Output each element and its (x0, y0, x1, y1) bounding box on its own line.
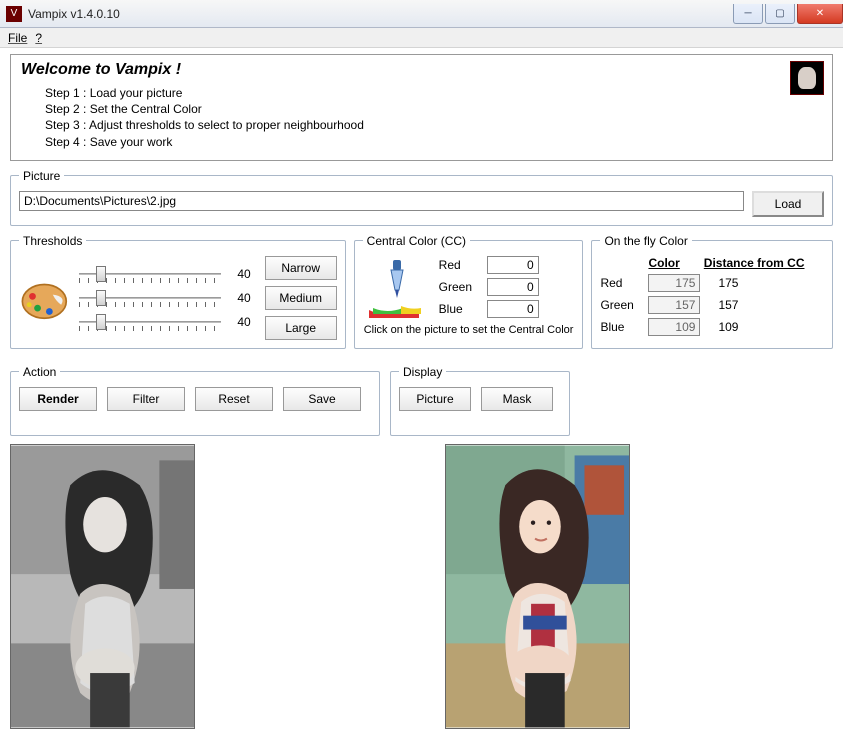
cc-green-input[interactable] (487, 278, 539, 296)
menu-file[interactable]: File (8, 31, 27, 45)
threshold-slider-3[interactable] (79, 313, 221, 331)
cc-red-input[interactable] (487, 256, 539, 274)
load-button[interactable]: Load (752, 191, 824, 217)
reset-button[interactable]: Reset (195, 387, 273, 411)
narrow-button[interactable]: Narrow (265, 256, 337, 280)
menu-help[interactable]: ? (35, 31, 42, 45)
palette-icon (19, 271, 73, 325)
welcome-heading: Welcome to Vampix ! (21, 61, 822, 79)
eyedropper-icon (363, 256, 427, 320)
otf-blue-dist: 109 (718, 320, 738, 334)
app-icon: V (6, 6, 22, 22)
threshold-value-2: 40 (227, 291, 251, 305)
cc-hint: Click on the picture to set the Central … (363, 324, 575, 336)
output-image-preview[interactable] (10, 444, 195, 729)
otf-color-group: On the fly Color Color Distance from CC … (591, 234, 833, 349)
central-color-group: Central Color (CC) Red Green (354, 234, 584, 349)
otf-green-dist: 157 (718, 298, 738, 312)
progress-placeholder (19, 417, 371, 427)
thresholds-legend: Thresholds (19, 234, 86, 248)
otf-green-label: Green (600, 298, 642, 312)
window-title: Vampix v1.4.0.10 (28, 7, 120, 21)
picture-group: Picture Load (10, 169, 833, 226)
display-picture-button[interactable]: Picture (399, 387, 471, 411)
step-2: Step 2 : Set the Central Color (45, 101, 822, 117)
threshold-slider-1[interactable] (79, 265, 221, 283)
save-button[interactable]: Save (283, 387, 361, 411)
cc-red-label: Red (439, 258, 481, 272)
step-3: Step 3 : Adjust thresholds to select to … (45, 117, 822, 133)
otf-red-value (648, 274, 700, 292)
otf-blue-label: Blue (600, 320, 642, 334)
brand-logo (790, 61, 824, 95)
cc-green-label: Green (439, 280, 481, 294)
central-color-legend: Central Color (CC) (363, 234, 470, 248)
menubar: File ? (0, 28, 843, 48)
action-legend: Action (19, 365, 60, 379)
welcome-panel: Welcome to Vampix ! Step 1 : Load your p… (10, 54, 833, 161)
filter-button[interactable]: Filter (107, 387, 185, 411)
otf-col-color: Color (648, 256, 679, 270)
source-image-preview[interactable] (445, 444, 630, 729)
otf-red-dist: 175 (718, 276, 738, 290)
titlebar: V Vampix v1.4.0.10 ─ ▢ ✕ (0, 0, 843, 28)
otf-col-dist: Distance from CC (704, 256, 805, 270)
thresholds-group: Thresholds 40 (10, 234, 346, 349)
otf-green-value (648, 296, 700, 314)
minimize-button[interactable]: ─ (733, 4, 763, 24)
picture-path-input[interactable] (19, 191, 744, 211)
render-button[interactable]: Render (19, 387, 97, 411)
display-group: Display Picture Mask (390, 365, 570, 436)
step-4: Step 4 : Save your work (45, 134, 822, 150)
threshold-slider-2[interactable] (79, 289, 221, 307)
step-1: Step 1 : Load your picture (45, 85, 822, 101)
medium-button[interactable]: Medium (265, 286, 337, 310)
otf-legend: On the fly Color (600, 234, 691, 248)
close-button[interactable]: ✕ (797, 4, 843, 24)
maximize-button[interactable]: ▢ (765, 4, 795, 24)
large-button[interactable]: Large (265, 316, 337, 340)
action-group: Action Render Filter Reset Save (10, 365, 380, 436)
otf-red-label: Red (600, 276, 642, 290)
display-mask-button[interactable]: Mask (481, 387, 553, 411)
display-legend: Display (399, 365, 446, 379)
picture-legend: Picture (19, 169, 64, 183)
threshold-value-1: 40 (227, 267, 251, 281)
otf-blue-value (648, 318, 700, 336)
cc-blue-label: Blue (439, 302, 481, 316)
cc-blue-input[interactable] (487, 300, 539, 318)
threshold-value-3: 40 (227, 315, 251, 329)
